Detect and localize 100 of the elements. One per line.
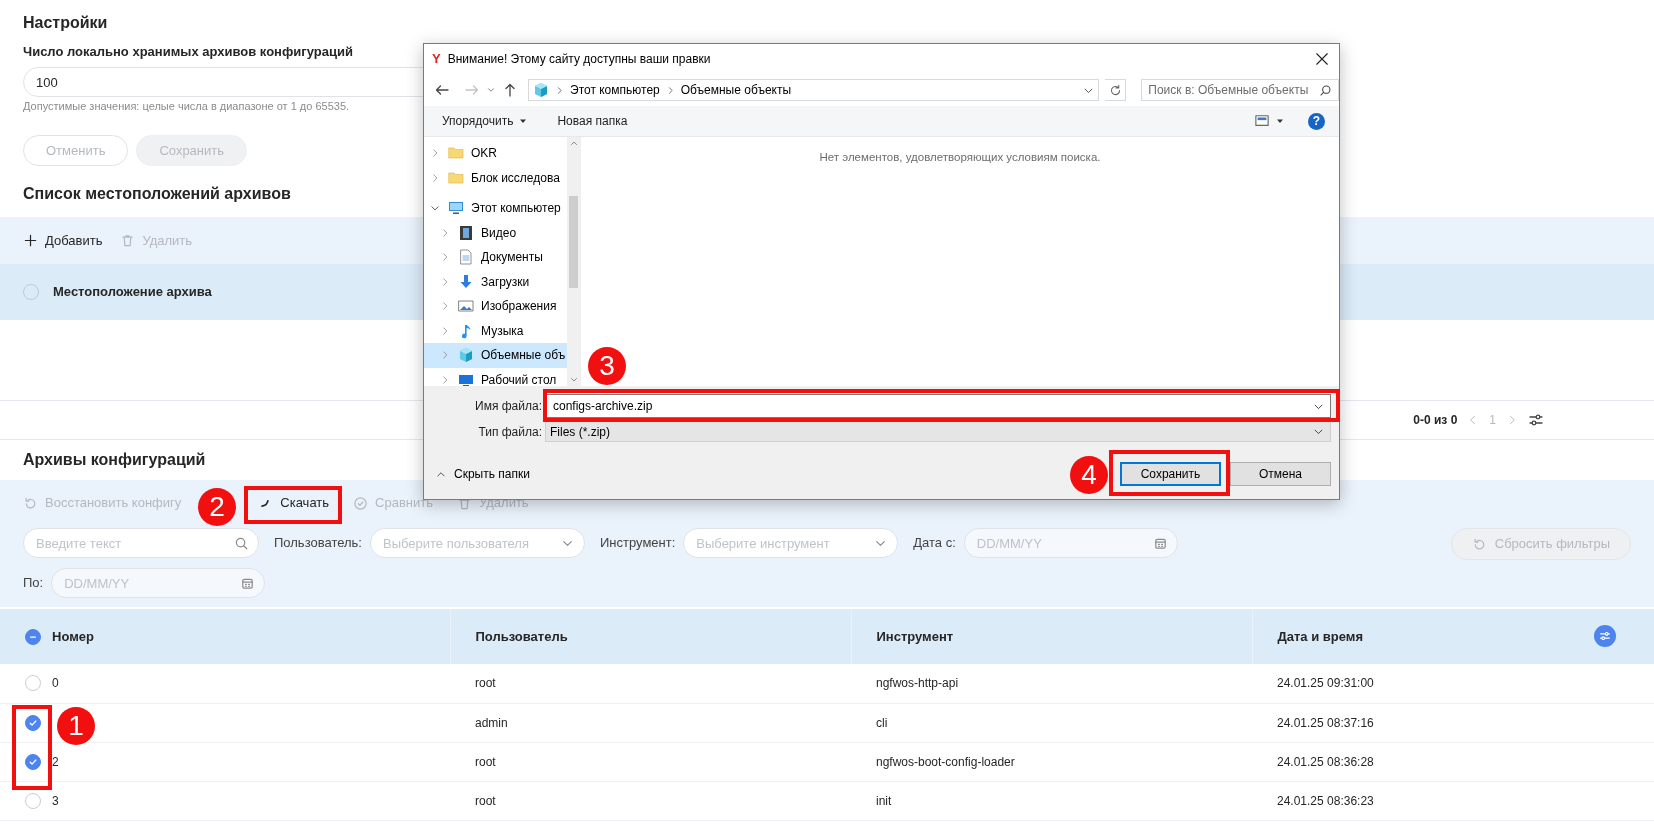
row-checkbox[interactable] xyxy=(25,792,41,809)
search-field[interactable]: Поиск в: Объемные объекты xyxy=(1141,79,1339,101)
tree-item[interactable]: Видео xyxy=(424,220,567,245)
select-field[interactable]: Выберите инструмент xyxy=(683,528,899,558)
chevron-right-icon[interactable] xyxy=(430,172,440,183)
new-folder-button[interactable]: Новая папка xyxy=(551,112,634,130)
image-icon xyxy=(458,298,474,315)
select-all-checkbox[interactable] xyxy=(25,628,41,645)
section-title: Настройки xyxy=(23,13,109,33)
chevron-right-icon[interactable] xyxy=(440,325,450,336)
sliders-icon[interactable] xyxy=(1528,412,1544,428)
address-bar[interactable]: Этот компьютер Объемные объекты xyxy=(528,79,1099,101)
tree-item[interactable]: Изображения xyxy=(424,294,567,319)
search-field[interactable]: Введите текст xyxy=(23,528,259,558)
download-button[interactable]: Скачать xyxy=(257,493,330,513)
field-hint: Допустимые значения: целые числа в диапазоне от 1 до 65535. xyxy=(23,99,351,113)
arrow-down-icon xyxy=(458,273,474,290)
calendar-icon xyxy=(240,576,256,591)
column-header: Местоположение архива xyxy=(53,283,212,302)
table-cell: 24.01.25 08:37:16 xyxy=(1277,715,1374,730)
tree-item[interactable]: Загрузки xyxy=(424,269,567,294)
document-icon xyxy=(458,249,474,266)
tree-item[interactable]: Музыка xyxy=(424,318,567,343)
table-cell: root xyxy=(475,754,496,769)
table-settings-button[interactable] xyxy=(1594,624,1616,647)
field-label: Число локально хранимых архивов конфигураций xyxy=(23,43,353,61)
column-header: Инструмент xyxy=(876,628,954,644)
filename-field[interactable]: configs-archive.zip xyxy=(545,394,1331,418)
chevron-up-icon xyxy=(569,139,578,147)
path-item[interactable]: Объемные объекты xyxy=(680,81,792,99)
organize-menu[interactable]: Упорядочить xyxy=(436,112,534,130)
table-cell: 24.01.25 08:36:23 xyxy=(1277,793,1374,808)
arrow-up-icon[interactable] xyxy=(502,82,518,98)
pagination-range: 0-0 из 0 xyxy=(1413,412,1458,429)
help-icon[interactable]: ? xyxy=(1308,112,1325,130)
chevron-right-icon[interactable] xyxy=(440,301,450,312)
add-button[interactable]: Добавить xyxy=(23,230,103,251)
tree-item[interactable]: Рабочий стол xyxy=(424,367,567,386)
file-type-select[interactable]: Files (*.zip) xyxy=(545,421,1331,442)
column-header: Дата и время xyxy=(1277,628,1363,644)
chevron-right-icon[interactable] xyxy=(430,148,440,159)
check-icon xyxy=(28,717,38,728)
column-header: Номер xyxy=(52,627,94,646)
chevron-right-icon[interactable] xyxy=(440,227,450,238)
step-marker: 1 xyxy=(57,707,95,745)
row-checkbox[interactable] xyxy=(25,714,41,731)
hide-folders-button[interactable]: Скрыть папки xyxy=(436,465,530,483)
tree-item[interactable]: Этот компьютер xyxy=(424,196,567,221)
arrow-left-icon[interactable] xyxy=(434,82,450,98)
save-button[interactable]: Сохранить xyxy=(1120,462,1221,486)
tree-item[interactable]: Документы xyxy=(424,245,567,270)
folder-icon xyxy=(448,169,464,186)
monitor-icon xyxy=(448,200,464,217)
empty-message: Нет элементов, удовлетворяющих условиям поиска. xyxy=(819,151,1101,163)
app-icon: Y xyxy=(432,49,441,69)
table-cell-text: 2 xyxy=(52,753,59,771)
filename-value: configs-archive.zip xyxy=(553,398,653,415)
arrow-right-icon[interactable] xyxy=(464,82,480,98)
chevron-right-icon xyxy=(555,85,564,95)
tree-item[interactable]: Объемные объ xyxy=(424,343,567,368)
table-cell: root xyxy=(475,676,496,691)
check-circle-icon xyxy=(353,495,369,511)
calendar-icon xyxy=(1152,536,1168,551)
cube-icon xyxy=(458,347,474,364)
scrollbar[interactable] xyxy=(567,137,580,386)
table-cell: root xyxy=(475,793,496,808)
chevron-right-icon[interactable] xyxy=(440,252,450,263)
undo-icon xyxy=(1471,536,1487,552)
field-label: Тип файла: xyxy=(477,423,543,441)
cancel-button[interactable]: Отмена xyxy=(1230,462,1331,486)
table-cell: ngfwos-boot-config-loader xyxy=(876,754,1015,769)
table-cell: ngfwos-http-api xyxy=(876,676,959,691)
cube-icon xyxy=(533,82,549,98)
row-checkbox[interactable] xyxy=(25,753,41,770)
caret-down-icon[interactable] xyxy=(1276,117,1284,125)
close-icon[interactable] xyxy=(1315,52,1329,66)
refresh-button[interactable] xyxy=(1104,79,1127,101)
chevron-up-icon xyxy=(436,469,446,479)
refresh-icon xyxy=(1108,83,1122,97)
search-icon xyxy=(234,536,249,551)
table-cell-text: 3 xyxy=(52,792,59,810)
table-cell: admin xyxy=(475,715,508,730)
chevron-down-icon xyxy=(569,376,578,384)
chevron-right-icon[interactable] xyxy=(440,374,450,385)
search-placeholder: Поиск в: Объемные объекты xyxy=(1148,82,1309,99)
field-label: Имя файла: xyxy=(474,398,543,415)
row-checkbox[interactable] xyxy=(25,675,41,692)
filter-label: Пользователь: xyxy=(274,534,362,553)
tree-item[interactable]: OKR xyxy=(424,141,567,166)
tree-item[interactable]: Блок исследова xyxy=(424,165,567,190)
search-icon xyxy=(1319,83,1332,97)
check-icon xyxy=(28,756,38,767)
view-icon[interactable] xyxy=(1254,114,1270,128)
chevron-right-icon[interactable] xyxy=(440,276,450,287)
section-title: Архивы конфигураций xyxy=(23,450,206,470)
filter-label: По: xyxy=(23,574,44,593)
section-title: Список местоположений архивов xyxy=(23,184,292,204)
select-field[interactable]: Выберите пользователя xyxy=(370,528,585,558)
chevron-right-icon[interactable] xyxy=(440,350,450,361)
table-cell-text: 0 xyxy=(52,675,59,693)
